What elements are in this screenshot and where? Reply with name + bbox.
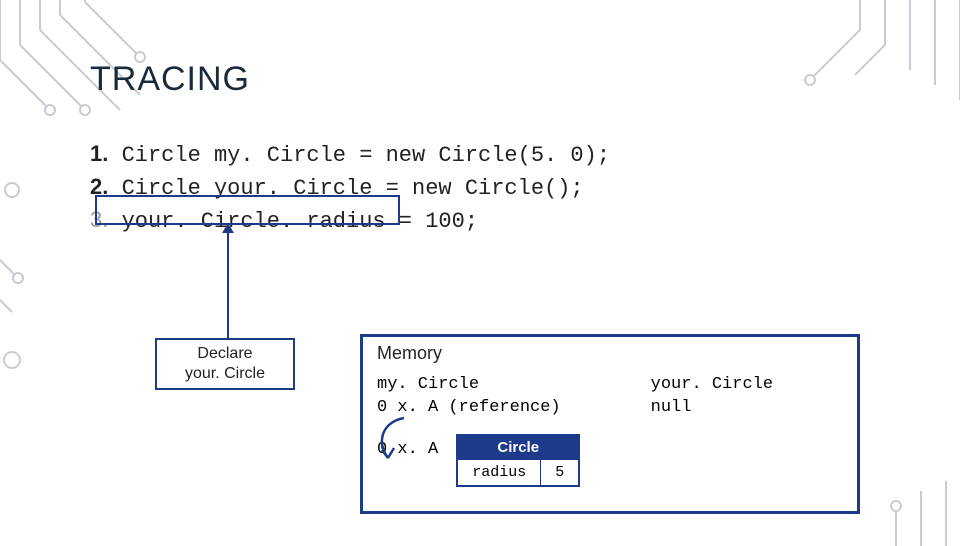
memory-var-name: your. Circle bbox=[651, 375, 773, 394]
memory-object-field: radius bbox=[458, 459, 540, 485]
code-line-number: 3. bbox=[90, 207, 108, 232]
memory-var-value: null bbox=[651, 398, 692, 417]
page-title: TRACING bbox=[90, 60, 870, 99]
code-line-text: Circle my. Circle = new Circle(5. 0); bbox=[122, 143, 610, 168]
code-block: 1. Circle my. Circle = new Circle(5. 0);… bbox=[90, 139, 870, 237]
code-line-text: Circle your. Circle = new Circle(); bbox=[122, 176, 584, 201]
declare-label-box: Declare your. Circle bbox=[155, 338, 295, 390]
code-line-text: your. Circle. radius = 100; bbox=[122, 209, 478, 234]
memory-address: 0 x. A bbox=[377, 434, 438, 459]
memory-object: Circle radius 5 bbox=[456, 434, 580, 487]
memory-box: Memory my. Circle 0 x. A (reference) you… bbox=[360, 334, 860, 514]
pointer-arrow bbox=[227, 225, 229, 338]
memory-object-value: 5 bbox=[540, 459, 578, 485]
memory-object-type: Circle bbox=[458, 436, 578, 459]
declare-line: your. Circle bbox=[163, 364, 287, 384]
code-line-number: 1. bbox=[90, 141, 108, 166]
code-line-number: 2. bbox=[90, 174, 108, 199]
memory-var-value: 0 x. A (reference) bbox=[377, 398, 561, 417]
memory-title: Memory bbox=[377, 343, 843, 364]
memory-var-name: my. Circle bbox=[377, 375, 479, 394]
declare-line: Declare bbox=[163, 344, 287, 364]
